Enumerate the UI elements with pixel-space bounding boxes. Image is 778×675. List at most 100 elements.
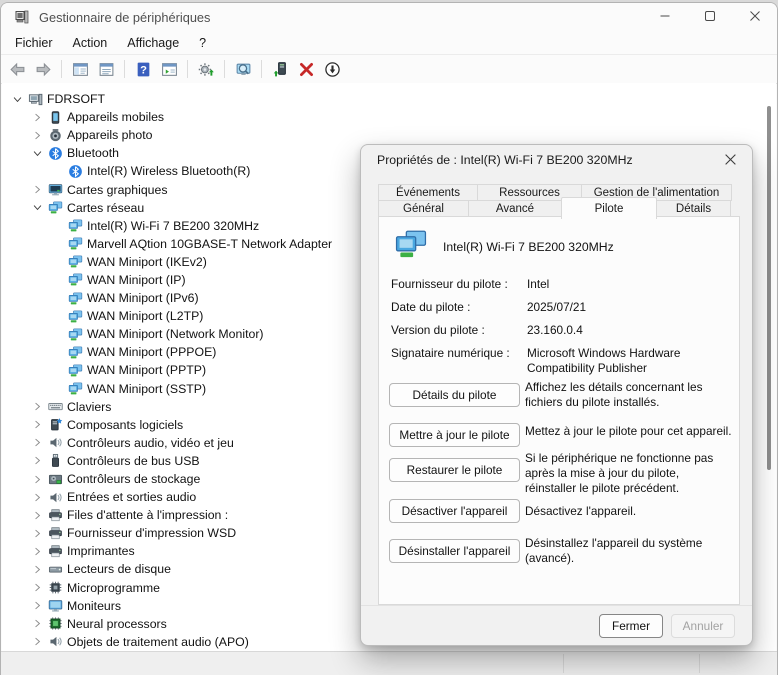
keyboard-icon [46,399,64,415]
chevron-right-icon[interactable] [28,471,46,487]
network-icon [66,308,84,324]
printer-icon [46,525,64,541]
tree-scrollbar-thumb[interactable] [767,106,771,470]
network-icon [66,272,84,288]
rollback-driver-button[interactable]: Restaurer le pilote [389,458,520,482]
storage-icon [46,471,64,487]
tree-item-label: Intel(R) Wi-Fi 7 BE200 320MHz [87,219,259,233]
network-icon [66,381,84,397]
neural-icon [46,616,64,632]
dialog-close-button[interactable] [718,150,742,172]
tree-indent [48,236,66,252]
display-icon [46,182,64,198]
camera-icon [46,127,64,143]
tree-item-label: Lecteurs de disque [67,562,171,576]
back-icon [9,61,26,78]
driver-details-button[interactable]: Détails du pilote [389,383,520,407]
menu-item-help[interactable]: ? [189,34,216,52]
toolbar-separator [187,60,188,78]
update-driver-icon [272,61,289,78]
chevron-down-icon[interactable] [8,91,26,107]
tab-avance[interactable]: Avancé [468,200,562,217]
chevron-right-icon[interactable] [28,127,46,143]
tree-item-label: Objets de traitement audio (APO) [67,635,249,649]
chevron-right-icon[interactable] [28,435,46,451]
chevron-right-icon[interactable] [28,580,46,596]
chevron-right-icon[interactable] [28,598,46,614]
status-bar [1,651,777,675]
bluetooth-icon [46,145,64,161]
network-icon [66,218,84,234]
cancel-button[interactable]: Annuler [671,614,735,638]
uninstall-device-button[interactable] [294,57,318,81]
forward-button[interactable] [31,57,55,81]
scan-hardware-button[interactable] [194,57,218,81]
tree-item[interactable]: Appareils photo [2,126,776,144]
chevron-right-icon[interactable] [28,182,46,198]
tab-evenements[interactable]: Événements [378,184,478,201]
action-pane-button[interactable] [157,57,181,81]
tree-item-label: WAN Miniport (Network Monitor) [87,327,264,341]
properties-icon [98,61,115,78]
properties-button[interactable] [94,57,118,81]
close-icon [724,153,737,169]
title-bar: Gestionnaire de périphériques [1,3,777,31]
chevron-right-icon[interactable] [28,561,46,577]
field-label: Fournisseur du pilote : [391,277,527,292]
device-header: Intel(R) Wi-Fi 7 BE200 320MHz [391,227,614,266]
mobile-icon [46,109,64,125]
disable-device-button[interactable]: Désactiver l'appareil [389,499,520,523]
chevron-right-icon[interactable] [28,399,46,415]
network-icon [66,362,84,378]
tree-item-label: Fournisseur d'impression WSD [67,526,236,540]
minimize-button[interactable] [642,3,687,31]
chevron-right-icon[interactable] [28,507,46,523]
network-adapter-icon [391,227,431,266]
speaker-icon [46,634,64,650]
menu-item-fichier[interactable]: Fichier [5,34,63,52]
tab-pilote[interactable]: Pilote [561,197,657,219]
field-label: Version du pilote : [391,323,527,338]
software-icon [46,417,64,433]
menu-item-action[interactable]: Action [63,34,118,52]
tree-indent [48,344,66,360]
toolbar-separator [224,60,225,78]
chevron-right-icon[interactable] [28,453,46,469]
chevron-right-icon[interactable] [28,616,46,632]
remote-search-button[interactable] [231,57,255,81]
chevron-down-icon[interactable] [28,200,46,216]
network-icon [66,326,84,342]
tab-general[interactable]: Général [378,200,469,217]
tree-item-label: Contrôleurs de bus USB [67,454,200,468]
back-button[interactable] [5,57,29,81]
chevron-right-icon[interactable] [28,109,46,125]
update-driver-button[interactable] [268,57,292,81]
chevron-right-icon[interactable] [28,543,46,559]
field-value: 2025/07/21 [527,300,727,315]
menu-item-affichage[interactable]: Affichage [117,34,189,52]
close-dialog-button[interactable]: Fermer [599,614,663,638]
uninstall-device-button[interactable]: Désinstaller l'appareil [389,539,520,563]
chevron-right-icon[interactable] [28,489,46,505]
console-tree-button[interactable] [68,57,92,81]
tree-item[interactable]: Appareils mobiles [2,108,776,126]
chevron-right-icon[interactable] [28,417,46,433]
disable-device-button[interactable] [320,57,344,81]
tree-item-label: WAN Miniport (L2TP) [87,309,203,323]
tree-item-label: Entrées et sorties audio [67,490,196,504]
device-manager-app-icon [14,9,30,25]
tree-item-label: Moniteurs [67,599,121,613]
update-driver-button[interactable]: Mettre à jour le pilote [389,423,520,447]
chevron-down-icon[interactable] [28,145,46,161]
tab-details[interactable]: Détails [656,200,731,217]
tree-indent [48,308,66,324]
chevron-right-icon[interactable] [28,525,46,541]
update-driver-description: Mettez à jour le pilote pour cet apparei… [525,424,733,439]
maximize-button[interactable] [687,3,732,31]
help-button[interactable]: ? [131,57,155,81]
field-label: Date du pilote : [391,300,527,315]
chevron-right-icon[interactable] [28,634,46,650]
tree-item[interactable]: FDRSOFT [2,90,776,108]
close-button[interactable] [732,3,777,31]
disable-device-description: Désactivez l'appareil. [525,504,733,519]
